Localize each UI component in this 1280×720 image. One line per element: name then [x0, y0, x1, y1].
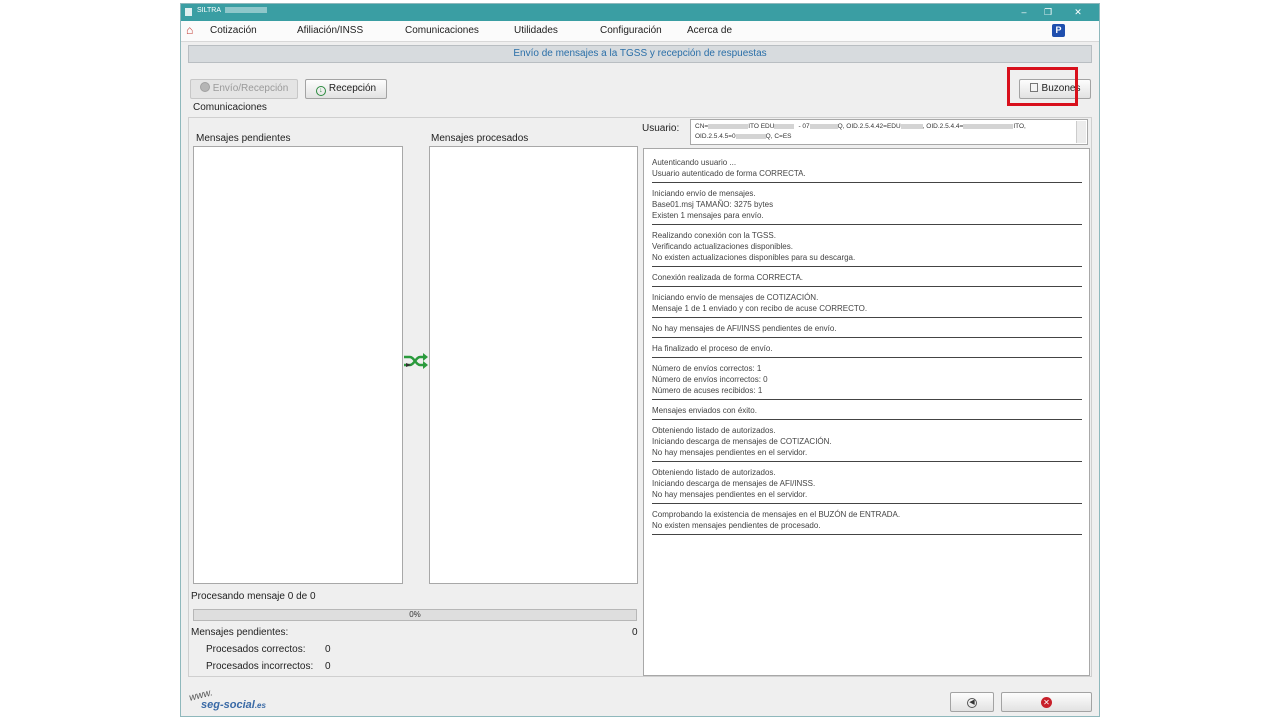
log-panel[interactable]: Autenticando usuario ... Usuario autentic…	[643, 148, 1090, 676]
window-title: SILTRA	[197, 7, 267, 14]
minimize-icon[interactable]: –	[1013, 5, 1035, 19]
log-line: Número de envíos incorrectos: 0	[652, 375, 768, 384]
usuario-field[interactable]: CN= ITO EDU - 07 Q, OID.2.5.4.42=EDU, OID.2…	[690, 119, 1088, 145]
log-block: No hay mensajes de AFI/INSS pendientes d…	[652, 323, 1082, 338]
p-badge-icon[interactable]: P	[1052, 24, 1065, 37]
menu-cotizacion[interactable]: Cotización	[210, 25, 257, 36]
log-block: Comprobando la existencia de mensajes en…	[652, 509, 1082, 535]
log-line: Existen 1 mensajes para envío.	[652, 211, 764, 220]
app-icon	[185, 8, 192, 16]
siltra-window: SILTRA – ❐ ✕ ⌂ Cotización Afiliación/INS…	[180, 3, 1100, 717]
log-line: No hay mensajes pendientes en el servido…	[652, 448, 808, 457]
log-line: Iniciando descarga de mensajes de AFI/IN…	[652, 479, 816, 488]
log-line: Mensaje 1 de 1 enviado y con recibo de a…	[652, 304, 868, 313]
log-line: Número de acuses recibidos: 1	[652, 386, 763, 395]
log-line: No hay mensajes de AFI/INSS pendientes d…	[652, 324, 837, 333]
close-window-icon[interactable]: ✕	[1067, 5, 1089, 19]
menu-bar: ⌂ Cotización Afiliación/INSS Comunicacio…	[181, 21, 1099, 42]
procesados-correctos-label: Procesados correctos:	[206, 644, 306, 655]
log-block: Realizando conexión con la TGSS. Verifica…	[652, 230, 1082, 267]
recepcion-label: Recepción	[328, 83, 377, 94]
log-block: Autenticando usuario ... Usuario autentic…	[652, 157, 1082, 183]
log-line: Número de envíos correctos: 1	[652, 364, 762, 373]
log-line: Iniciando descarga de mensajes de COTIZA…	[652, 437, 832, 446]
log-line: Base01.msj TAMAÑO: 3275 bytes	[652, 200, 774, 209]
envio-recepcion-button[interactable]: Envío/Recepción	[190, 79, 298, 99]
log-line: Conexión realizada de forma CORRECTA.	[652, 273, 804, 282]
download-icon: ↓	[315, 86, 326, 96]
log-line: Realizando conexión con la TGSS.	[652, 231, 776, 240]
procesados-incorrectos-value: 0	[325, 661, 331, 672]
log-line: No hay mensajes pendientes en el servido…	[652, 490, 808, 499]
usuario-line-1: CN= ITO EDU - 07 Q, OID.2.5.4.42=EDU, OID.2…	[695, 123, 1026, 130]
menu-utilidades[interactable]: Utilidades	[514, 25, 558, 36]
log-block: Iniciando envío de mensajes. Base01.msj T…	[652, 188, 1082, 225]
log-line: Comprobando la existencia de mensajes en…	[652, 510, 901, 519]
usuario-line-2: OID.2.5.4.5=0 Q, C=ES	[695, 133, 792, 140]
processed-messages-list[interactable]	[429, 146, 638, 584]
mensajes-pendientes-value: 0	[632, 627, 638, 638]
pendientes-header: Mensajes pendientes	[196, 133, 291, 144]
log-block: Obteniendo listado de autorizados. Inicia…	[652, 425, 1082, 462]
log-line: Autenticando usuario ...	[652, 158, 737, 167]
envio-recepcion-icon	[199, 82, 210, 92]
exit-button[interactable]: ✕	[1001, 692, 1092, 712]
pending-messages-list[interactable]	[193, 146, 403, 584]
progress-bar: 0%	[193, 609, 637, 621]
log-line: Ha finalizado el proceso de envío.	[652, 344, 773, 353]
section-banner: Envío de mensajes a la TGSS y recepción …	[188, 45, 1092, 63]
procesando-label: Procesando mensaje 0 de 0	[191, 591, 316, 602]
procesados-header: Mensajes procesados	[431, 133, 529, 144]
log-line: Usuario autenticado de forma CORRECTA.	[652, 169, 806, 178]
log-line: Obteniendo listado de autorizados.	[652, 468, 776, 477]
log-line: Mensajes enviados con éxito.	[652, 406, 757, 415]
log-block: Mensajes enviados con éxito.	[652, 405, 1082, 420]
menu-configuracion[interactable]: Configuración	[600, 25, 662, 36]
buzones-highlight-frame	[1007, 67, 1078, 106]
mensajes-pendientes-label: Mensajes pendientes:	[191, 627, 289, 638]
log-block: Número de envíos correctos: 1 Número de e…	[652, 363, 1082, 400]
comunicaciones-label: Comunicaciones	[193, 102, 267, 113]
menu-acerca-de[interactable]: Acerca de	[687, 25, 732, 36]
back-icon: ◀	[967, 698, 977, 708]
log-block: Ha finalizado el proceso de envío.	[652, 343, 1082, 358]
log-block: Obteniendo listado de autorizados. Inicia…	[652, 467, 1082, 504]
usuario-label: Usuario:	[642, 123, 680, 134]
seg-social-logo: www. seg-social.es	[188, 687, 266, 711]
log-block: Iniciando envío de mensajes de COTIZACIÓ…	[652, 292, 1082, 318]
restore-icon[interactable]: ❐	[1037, 5, 1059, 19]
log-line: Iniciando envío de mensajes de COTIZACIÓ…	[652, 293, 819, 302]
title-bar: SILTRA – ❐ ✕	[181, 4, 1099, 21]
log-line: Obteniendo listado de autorizados.	[652, 426, 776, 435]
back-button[interactable]: ◀	[950, 692, 994, 712]
menu-afiliacion-inss[interactable]: Afiliación/INSS	[297, 25, 363, 36]
usuario-scrollbar[interactable]	[1076, 121, 1086, 143]
menu-comunicaciones[interactable]: Comunicaciones	[405, 25, 479, 36]
recepcion-button[interactable]: ↓ Recepción	[305, 79, 387, 99]
log-line: No existen mensajes pendientes de proces…	[652, 521, 821, 530]
log-line: No existen actualizaciones disponibles p…	[652, 253, 856, 262]
procesados-correctos-value: 0	[325, 644, 331, 655]
progress-text: 0%	[409, 610, 421, 619]
envio-recepcion-label: Envío/Recepción	[212, 83, 289, 94]
shuffle-icon	[404, 353, 428, 369]
home-icon[interactable]: ⌂	[186, 24, 193, 36]
close-icon: ✕	[1041, 697, 1052, 708]
log-line: Verificando actualizaciones disponibles.	[652, 242, 793, 251]
log-block: Conexión realizada de forma CORRECTA.	[652, 272, 1082, 287]
log-line: Iniciando envío de mensajes.	[652, 189, 756, 198]
procesados-incorrectos-label: Procesados incorrectos:	[206, 661, 314, 672]
